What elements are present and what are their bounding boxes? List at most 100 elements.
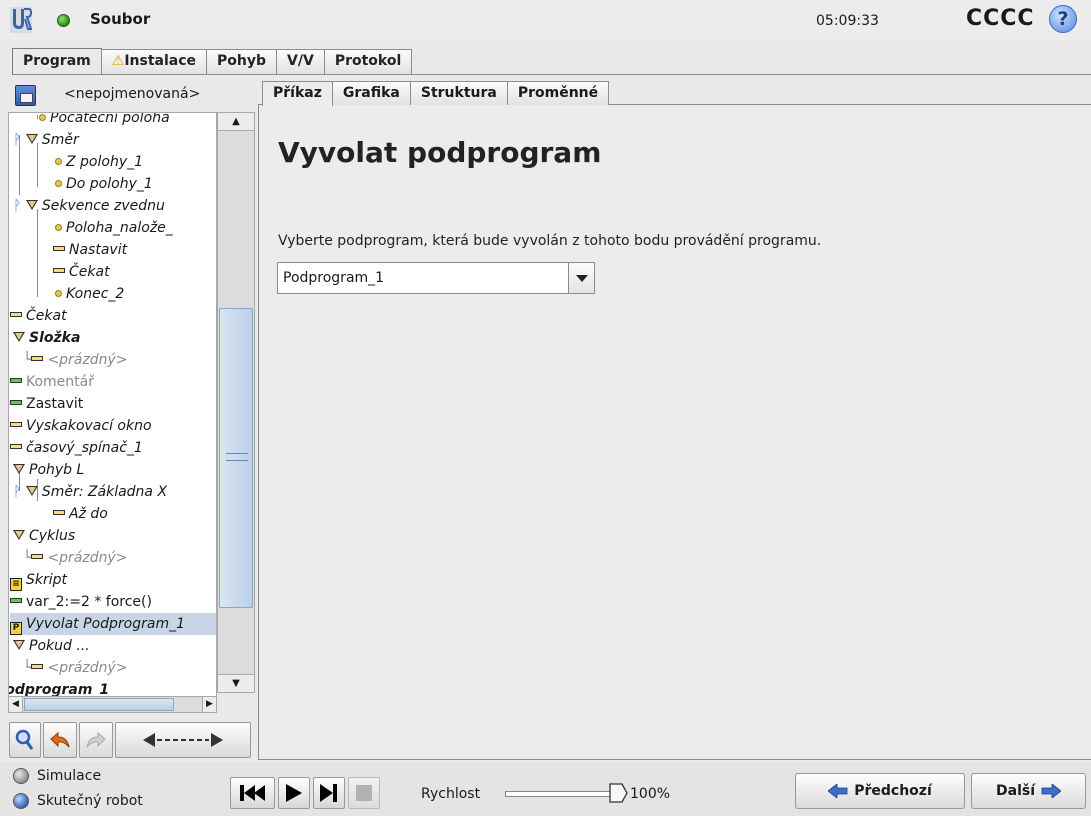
waypoint-dot-icon <box>55 290 62 297</box>
tree-node[interactable]: Složka <box>13 327 80 349</box>
scroll-left-arrow-icon[interactable]: ◀ <box>9 697 23 712</box>
tree-node[interactable]: Konec_2 <box>55 283 124 305</box>
tree-node[interactable]: └ <prázdný> <box>23 657 128 679</box>
tab-installation[interactable]: ⚠Instalace <box>100 49 208 74</box>
tree-node[interactable]: ᚹ Sekvence zvednu <box>13 195 165 217</box>
speed-slider[interactable] <box>505 791 625 797</box>
tree-node[interactable]: ≡ Skript <box>10 569 67 591</box>
scroll-thumb[interactable] <box>219 308 253 608</box>
speed-slider-thumb[interactable] <box>608 782 628 804</box>
tab-variables[interactable]: Proměnné <box>506 81 610 105</box>
mode-simulation[interactable]: Simulace <box>13 768 101 784</box>
program-tree[interactable]: Počáteční poloha ᚹ Směr Z polohy_1 Do po… <box>8 112 217 712</box>
button-label: Předchozí <box>854 783 932 799</box>
search-icon <box>15 729 34 750</box>
move-node-button[interactable] <box>115 722 251 758</box>
folder-triangle-icon <box>13 464 25 474</box>
tree-node-label: Počáteční poloha <box>50 112 170 126</box>
tree-node-label: var_2:=2 * force() <box>26 594 152 610</box>
tree-node-label: Komentář <box>26 374 94 390</box>
tree-node[interactable]: časový_spínač_1 <box>10 437 143 459</box>
tree-node-label: Poloha_nalože_ <box>66 220 173 236</box>
tree-vertical-scrollbar[interactable]: ▲ ▼ <box>217 112 255 693</box>
tree-node[interactable]: └ <prázdný> <box>23 547 128 569</box>
tree-node-label: Čekat <box>26 308 67 324</box>
step-forward-icon <box>320 784 337 802</box>
tree-node[interactable]: Vyskakovací okno <box>10 415 152 437</box>
command-bar-icon <box>53 510 65 515</box>
undo-button[interactable] <box>43 722 77 758</box>
tree-node[interactable]: Pohyb L <box>13 459 84 481</box>
tree-node-label: Až do <box>69 506 108 522</box>
command-bar-icon <box>10 312 22 317</box>
expander-icon[interactable]: ᚹ <box>13 484 21 500</box>
tree-node[interactable]: ᚹ Směr <box>13 129 79 151</box>
tree-node[interactable]: var_2:=2 * force() <box>10 591 152 613</box>
scroll-down-arrow-icon[interactable]: ▼ <box>218 674 254 692</box>
tree-node[interactable]: Z polohy_1 <box>55 151 143 173</box>
tree-node[interactable]: Zastavit <box>10 393 83 415</box>
redo-icon <box>86 731 106 748</box>
scroll-up-arrow-icon[interactable]: ▲ <box>218 113 254 131</box>
radio-real-robot-icon[interactable] <box>13 793 29 809</box>
clock: 05:09:33 <box>816 13 879 29</box>
tab-io[interactable]: V/V <box>276 49 325 74</box>
expander-icon[interactable]: ᚹ <box>13 198 21 214</box>
scroll-thumb[interactable] <box>24 698 174 711</box>
mode-label: Skutečný robot <box>37 793 143 809</box>
help-icon[interactable]: ? <box>1049 5 1077 33</box>
tab-move[interactable]: Pohyb <box>206 49 278 74</box>
mode-real-robot[interactable]: Skutečný robot <box>13 793 143 809</box>
tab-structure[interactable]: Struktura <box>409 81 508 105</box>
tab-command[interactable]: Příkaz <box>262 81 333 106</box>
radio-simulation-icon[interactable] <box>13 768 29 784</box>
stop-button[interactable] <box>348 777 380 809</box>
tree-node[interactable]: ᚹ Směr: Základna X <box>13 481 167 503</box>
search-button[interactable] <box>9 722 41 758</box>
redo-button[interactable] <box>79 722 113 758</box>
waypoint-dot-icon <box>55 224 62 231</box>
subprogram-dropdown[interactable]: Podprogram_1 <box>277 262 595 294</box>
rewind-button[interactable] <box>230 777 275 809</box>
tree-node[interactable]: Čekat <box>53 261 110 283</box>
tab-graphics[interactable]: Grafika <box>331 81 411 105</box>
tree-node-label: Směr <box>41 132 79 148</box>
tree-node[interactable]: Do polohy_1 <box>55 173 153 195</box>
waypoint-dot-icon <box>39 114 46 121</box>
mode-label: Simulace <box>37 768 102 784</box>
tree-node[interactable]: Komentář <box>10 371 94 393</box>
button-label: Další <box>996 783 1035 799</box>
save-icon[interactable] <box>15 85 36 106</box>
tree-node-selected[interactable]: P Vyvolat Podprogram_1 <box>10 613 216 635</box>
skip-to-start-icon <box>239 785 265 801</box>
play-button[interactable] <box>278 777 310 809</box>
program-sub-tabs: Příkaz Grafika Struktura Proměnné <box>262 81 610 106</box>
tree-node[interactable]: Počáteční poloha <box>39 112 170 129</box>
tree-node[interactable]: └ <prázdný> <box>23 349 128 371</box>
next-button[interactable]: Další <box>971 773 1086 809</box>
scroll-right-arrow-icon[interactable]: ▶ <box>202 697 216 712</box>
command-bar-icon <box>10 598 22 603</box>
command-bar-icon <box>31 554 44 559</box>
ur-logo-icon <box>10 7 32 33</box>
file-menu[interactable]: Soubor <box>90 10 150 28</box>
tree-node[interactable]: Cyklus <box>13 525 75 547</box>
warning-icon: ⚠ <box>111 53 125 69</box>
previous-button[interactable]: Předchozí <box>795 773 965 809</box>
step-button[interactable] <box>313 777 345 809</box>
tab-program[interactable]: Program <box>12 48 102 75</box>
tree-node[interactable]: Pokud ... <box>13 635 90 657</box>
tree-node[interactable]: Nastavit <box>53 239 127 261</box>
tree-node-label: Složka <box>29 330 81 346</box>
tree-horizontal-scrollbar[interactable]: ◀ ▶ <box>8 696 217 713</box>
command-bar-icon <box>31 664 44 669</box>
tree-node[interactable]: Až do <box>53 503 108 525</box>
tree-toolbar <box>9 722 251 758</box>
tree-node-label: Cyklus <box>29 528 76 544</box>
tree-node[interactable]: Poloha_nalože_ <box>55 217 173 239</box>
expander-icon[interactable]: ᚹ <box>13 132 21 148</box>
tab-log[interactable]: Protokol <box>323 49 413 74</box>
tree-node[interactable]: Čekat <box>10 305 67 327</box>
chevron-down-icon[interactable] <box>568 263 594 293</box>
command-bar-icon <box>10 378 22 383</box>
